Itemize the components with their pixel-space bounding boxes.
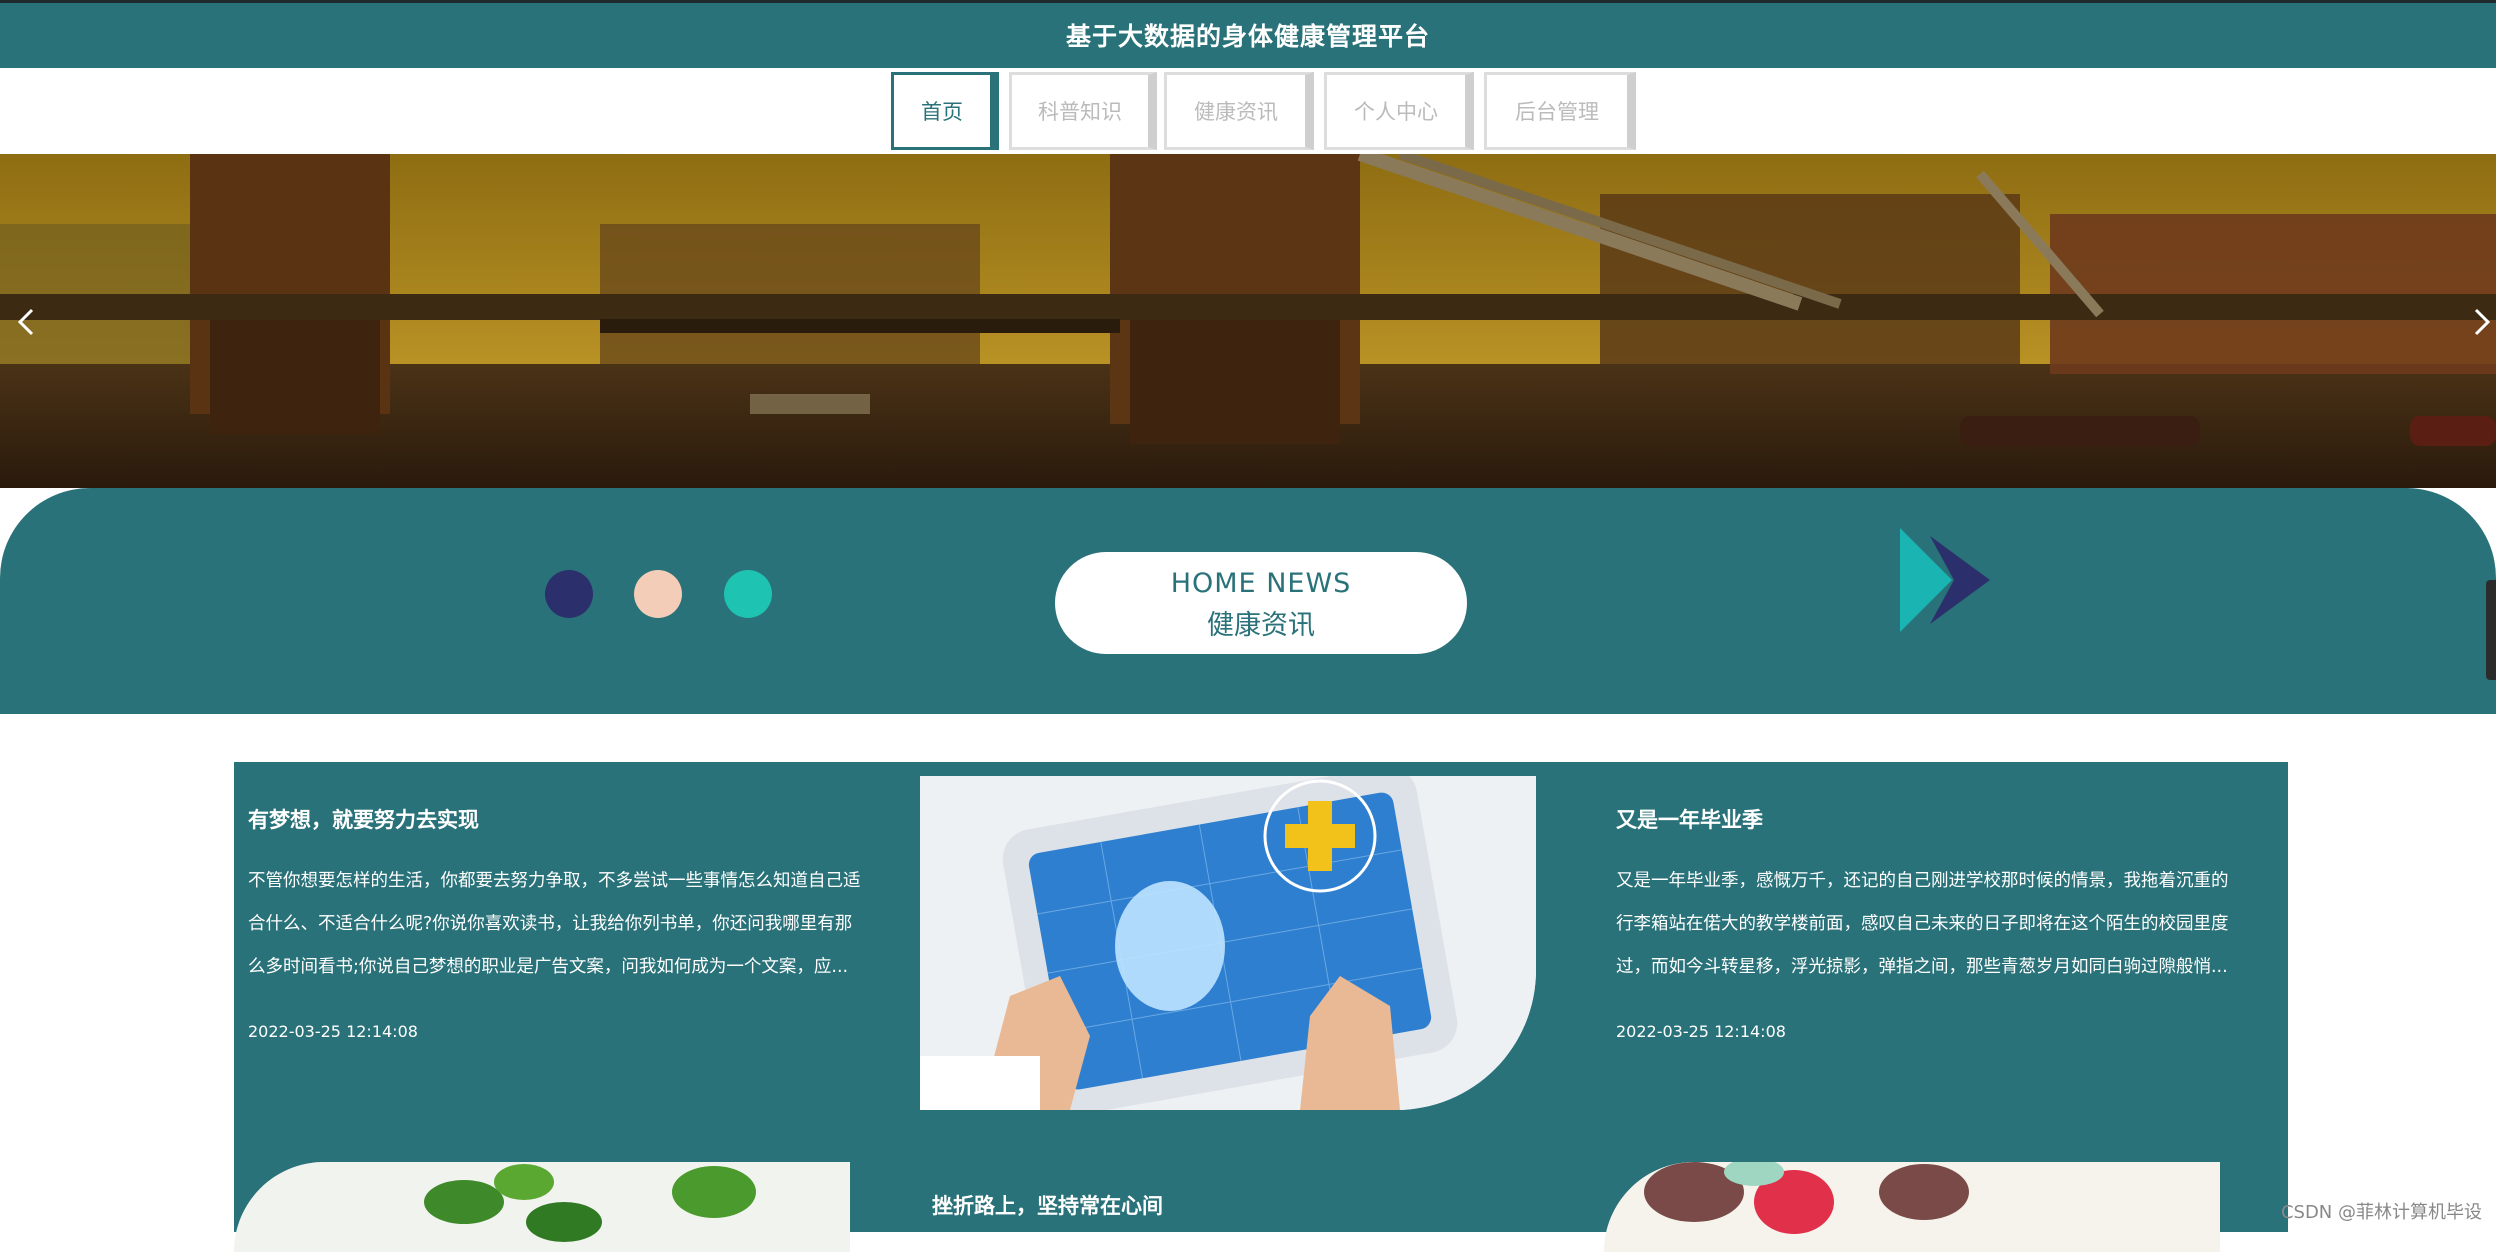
chevron-left-icon — [17, 308, 34, 336]
carousel-next-button[interactable] — [2460, 294, 2496, 350]
nav-item-health-news[interactable]: 健康资讯 — [1164, 72, 1314, 150]
news-heading-cn: 健康资讯 — [1207, 610, 1315, 641]
play-arrow-icon — [1900, 528, 1990, 632]
main-nav: 首页 科普知识 健康资讯 个人中心 后台管理 — [0, 68, 2496, 154]
decor-dot-navy — [545, 570, 593, 618]
nav-item-personal-center[interactable]: 个人中心 — [1324, 72, 1474, 150]
banner-carousel[interactable] — [0, 154, 2496, 488]
news-title[interactable]: 挫折路上，坚持常在心间 — [932, 1190, 1163, 1220]
carousel-prev-button[interactable] — [4, 294, 48, 350]
nav-item-science[interactable]: 科普知识 — [1009, 72, 1157, 150]
news-date: 2022-03-25 12:14:08 — [248, 1022, 418, 1041]
news-list: 有梦想，就要努力去实现 不管你想要怎样的生活，你都要去努力争取，不多尝试一些事情… — [234, 762, 2288, 1252]
news-title[interactable]: 又是一年毕业季 — [1616, 804, 1763, 834]
news-image-heart-tablet[interactable] — [920, 776, 1536, 1110]
news-section-header: HOME NEWS 健康资讯 — [0, 488, 2496, 714]
watermark: CSDN @菲林计算机毕设 — [2280, 1202, 2482, 1223]
site-title: 基于大数据的身体健康管理平台 — [1065, 22, 1430, 51]
news-excerpt: 不管你想要怎样的生活，你都要去努力争取，不多尝试一些事情怎么知道自己适 合什么、… — [248, 871, 861, 977]
news-title[interactable]: 有梦想，就要努力去实现 — [248, 804, 479, 834]
flower-image — [1604, 1162, 2220, 1252]
news-image-flower[interactable] — [1604, 1162, 2220, 1252]
news-heading-pill: HOME NEWS 健康资讯 — [1055, 552, 1467, 654]
news-heading-en: HOME NEWS — [1170, 568, 1352, 599]
news-date: 2022-03-25 12:14:08 — [1616, 1022, 1786, 1041]
site-header: 基于大数据的身体健康管理平台 — [0, 0, 2496, 68]
decor-dot-peach — [634, 570, 682, 618]
plant-image — [234, 1162, 850, 1252]
heart-tablet-image — [920, 776, 1536, 1110]
chevron-right-icon — [2474, 308, 2491, 336]
side-tab[interactable] — [2486, 580, 2496, 680]
news-excerpt: 又是一年毕业季，感慨万千，还记的自己刚进学校那时候的情景，我拖着沉重的 行李箱站… — [1616, 871, 2229, 977]
bridge-image — [0, 154, 2496, 488]
news-image-plant[interactable] — [234, 1162, 850, 1252]
decor-dot-teal — [724, 570, 772, 618]
nav-item-admin[interactable]: 后台管理 — [1484, 72, 1636, 150]
nav-item-home[interactable]: 首页 — [891, 72, 999, 150]
